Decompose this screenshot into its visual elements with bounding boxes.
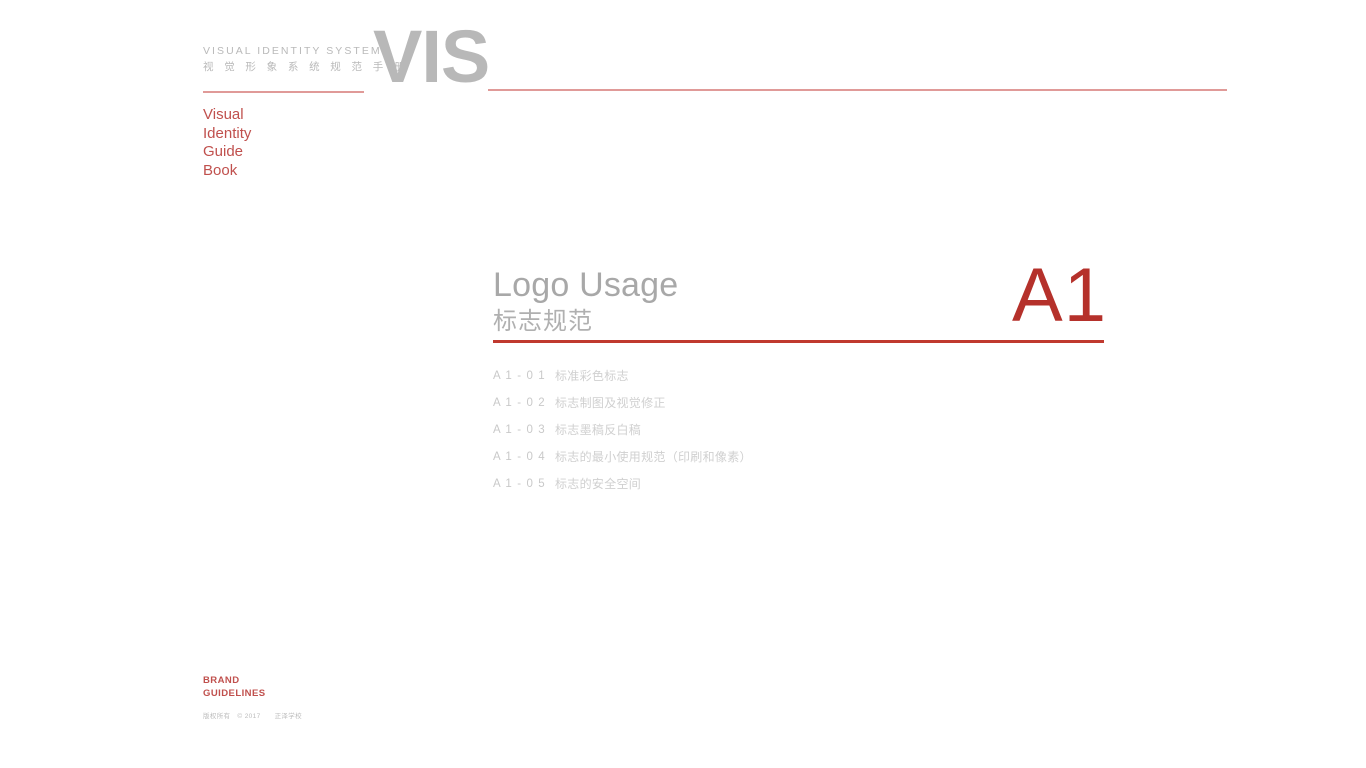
- brand-word-visual: Visual: [203, 106, 244, 123]
- footer-brand-mark: BRAND GUIDELINES: [203, 675, 302, 700]
- copyright-mark: © 2017: [237, 713, 261, 720]
- toc-item-label: 标志的最小使用规范（印刷和像素）: [555, 450, 752, 464]
- brand-words: Visual Identity Guide Book: [203, 106, 251, 180]
- toc-item-code: A 1 - 0 3: [493, 424, 546, 436]
- toc-item-label: 标志的安全空间: [555, 477, 642, 491]
- brand-word-identity: Identity: [203, 124, 252, 142]
- masthead-text-block: VISUAL IDENTITY SYSTEM 视 觉 形 象 系 统 规 范 手…: [203, 44, 409, 75]
- footer-brand-line-1: BRAND: [203, 675, 240, 686]
- copyright-text-cn: 版权所有: [203, 713, 231, 720]
- list-item[interactable]: A 1 - 0 5 标志的安全空间: [493, 476, 1113, 503]
- toc-item-label: 标志制图及视觉修正: [555, 396, 666, 410]
- toc-item-label: 标准彩色标志: [555, 369, 629, 383]
- toc-item-code: A 1 - 0 4: [493, 451, 546, 463]
- list-item[interactable]: A 1 - 0 2 标志制图及视觉修正: [493, 395, 1113, 422]
- toc-item-code: A 1 - 0 2: [493, 397, 546, 409]
- brand-word-book: Book: [203, 161, 238, 179]
- copyright-notice: 版权所有 © 2017 正泽学校: [203, 710, 302, 720]
- table-of-contents: A 1 - 0 1 标准彩色标志 A 1 - 0 2 标志制图及视觉修正 A 1…: [493, 368, 1113, 503]
- masthead: VISUAL IDENTITY SYSTEM 视 觉 形 象 系 统 规 范 手…: [203, 20, 903, 114]
- section-divider: [493, 340, 1104, 343]
- vis-brand-guidelines-page: VISUAL IDENTITY SYSTEM 视 觉 形 象 系 统 规 范 手…: [0, 0, 1366, 768]
- brand-word-guide: Guide: [203, 143, 244, 160]
- masthead-chinese-title: 视 觉 形 象 系 统 规 范 手 册: [203, 61, 409, 73]
- masthead-english-title: VISUAL IDENTITY SYSTEM: [203, 45, 382, 57]
- page-footer: BRAND GUIDELINES 版权所有 © 2017 正泽学校: [203, 675, 302, 720]
- vis-logotype: VIS: [373, 15, 490, 98]
- toc-item-code: A 1 - 0 1: [493, 370, 546, 382]
- toc-item-code: A 1 - 0 5: [493, 478, 546, 490]
- copyright-owner: 正泽学校: [274, 713, 302, 720]
- footer-brand-line-2: GUIDELINES: [203, 687, 266, 699]
- masthead-divider: [203, 91, 364, 93]
- header-divider: [488, 89, 1227, 91]
- list-item[interactable]: A 1 - 0 1 标准彩色标志: [493, 368, 1113, 395]
- toc-item-label: 标志墨稿反白稿: [555, 423, 642, 437]
- section-code-badge: A1: [1012, 253, 1107, 338]
- list-item[interactable]: A 1 - 0 4 标志的最小使用规范（印刷和像素）: [493, 449, 1113, 476]
- list-item[interactable]: A 1 - 0 3 标志墨稿反白稿: [493, 422, 1113, 449]
